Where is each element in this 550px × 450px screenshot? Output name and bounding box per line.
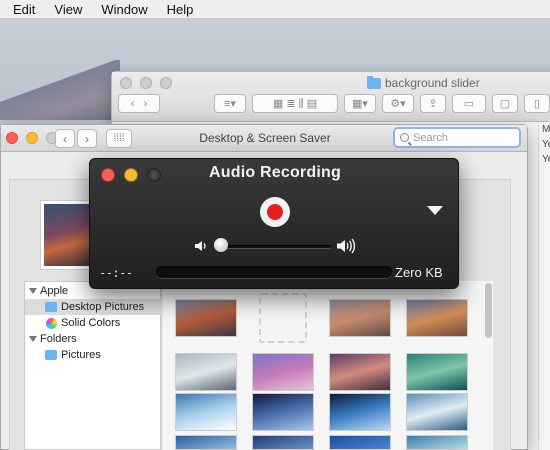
menu-edit[interactable]: Edit [13, 2, 35, 17]
desktop-wallpaper [0, 60, 120, 120]
finder-action-menu[interactable]: ⚙▾ [382, 94, 414, 113]
finder-info-column: Ma Ye Ye [538, 122, 550, 450]
record-button[interactable] [260, 197, 290, 227]
wallpaper-thumb[interactable] [175, 299, 237, 337]
source-group-label: Apple [40, 285, 69, 297]
source-item-solid-colors[interactable]: Solid Colors [25, 315, 161, 331]
folder-icon [45, 350, 57, 360]
prefs-titlebar: ‹ › ⁞⁞⁞⁞ Desktop & Screen Saver [1, 125, 527, 152]
wallpaper-thumb[interactable] [252, 353, 314, 391]
finder-info-line: Ye [542, 139, 550, 150]
volume-slider-knob[interactable] [214, 238, 228, 252]
volume-slider-track[interactable] [215, 245, 331, 248]
wallpaper-thumb[interactable] [406, 299, 468, 337]
wallpaper-thumb[interactable] [175, 435, 237, 450]
finder-arrange-menu[interactable]: ≡▾ [214, 94, 246, 113]
volume-high-icon [337, 238, 356, 254]
finder-share-button[interactable]: ⇪ [420, 94, 446, 113]
folder-icon [367, 75, 381, 89]
wallpaper-thumb[interactable] [329, 299, 391, 337]
wallpaper-thumb[interactable] [329, 435, 391, 450]
finder-group-menu[interactable]: ▦▾ [344, 94, 376, 113]
audio-recording-window: Audio Recording --:-- Zero KB [89, 158, 459, 289]
source-item-desktop-pictures[interactable]: Desktop Pictures [25, 299, 161, 315]
finder-minimize-button[interactable] [140, 77, 152, 89]
folder-icon [45, 302, 57, 312]
wallpaper-thumb[interactable] [406, 393, 468, 431]
audio-level-meter [156, 266, 392, 278]
finder-info-line: Ma [542, 124, 550, 135]
wallpaper-grid [163, 281, 493, 450]
finder-title: background slider [367, 75, 480, 90]
search-icon [400, 133, 409, 142]
wallpaper-thumb[interactable] [175, 353, 237, 391]
menu-help[interactable]: Help [167, 2, 194, 17]
grid-scrollbar[interactable] [485, 283, 492, 338]
finder-view-switcher[interactable]: ▦ ≣ ⫼ ▤ [252, 94, 338, 113]
source-group-folders[interactable]: Folders [25, 331, 161, 347]
wallpaper-thumb[interactable] [329, 353, 391, 391]
menu-view[interactable]: View [54, 2, 82, 17]
finder-titlebar: background slider ‹ › ≡▾ ▦ ≣ ⫼ ▤ ▦▾ ⚙▾ ⇪… [112, 72, 550, 122]
elapsed-time: --:-- [99, 266, 133, 280]
picture-source-list: Apple Desktop Pictures Solid Colors Fold… [24, 281, 161, 450]
source-item-label: Desktop Pictures [61, 301, 145, 313]
wallpaper-thumb[interactable] [329, 393, 391, 431]
finder-info-line: Ye [542, 154, 550, 165]
finder-back-forward[interactable]: ‹ › [118, 94, 160, 113]
wallpaper-thumb[interactable] [175, 393, 237, 431]
search-field[interactable] [393, 127, 521, 148]
options-dropdown-icon[interactable] [427, 206, 443, 215]
record-icon [267, 204, 283, 220]
finder-new-folder-button[interactable]: ▢ [492, 94, 518, 113]
source-group-label: Folders [40, 333, 77, 345]
finder-title-text: background slider [385, 76, 480, 90]
source-item-label: Pictures [61, 349, 101, 361]
menu-window[interactable]: Window [101, 2, 147, 17]
wallpaper-thumb[interactable] [406, 353, 468, 391]
wallpaper-empty-slot [259, 293, 307, 343]
finder-trash-button[interactable]: ▯ [524, 94, 550, 113]
color-wheel-icon [46, 317, 57, 329]
recording-title: Audio Recording [209, 164, 341, 181]
source-item-label: Solid Colors [61, 317, 121, 329]
wallpaper-thumb[interactable] [406, 435, 468, 450]
volume-low-icon [195, 241, 206, 251]
menu-bar: Edit View Window Help [0, 0, 550, 19]
wallpaper-thumb[interactable] [252, 435, 314, 450]
current-wallpaper-preview [41, 201, 93, 269]
finder-zoom-button[interactable] [160, 77, 172, 89]
disclosure-triangle-icon[interactable] [29, 288, 37, 294]
wallpaper-thumb[interactable] [252, 393, 314, 431]
source-item-pictures[interactable]: Pictures [25, 347, 161, 363]
file-size: Zero KB [395, 265, 443, 280]
finder-close-button[interactable] [120, 77, 132, 89]
disclosure-triangle-icon[interactable] [29, 336, 37, 342]
finder-tags-button[interactable]: ▭ [452, 94, 486, 113]
search-input[interactable] [413, 131, 513, 144]
